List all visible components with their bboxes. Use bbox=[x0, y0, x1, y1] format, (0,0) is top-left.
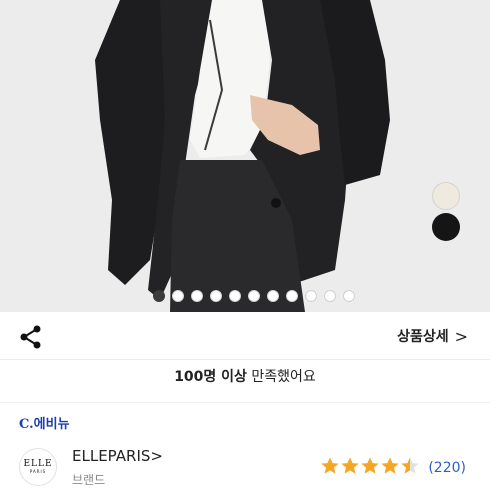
share-icon[interactable] bbox=[18, 324, 44, 350]
star-icon bbox=[401, 457, 419, 474]
review-count-link[interactable]: (220) bbox=[428, 460, 466, 476]
rating-summary[interactable]: (220) bbox=[320, 456, 466, 480]
chevron-right-icon: > bbox=[454, 326, 468, 346]
star-icon bbox=[341, 457, 359, 474]
brand-name-link[interactable]: ELLEPARIS> bbox=[72, 447, 163, 465]
chevron-right-icon: > bbox=[150, 447, 163, 465]
carousel-dot[interactable] bbox=[210, 290, 222, 302]
brand-row: ELLE PARIS ELLEPARIS> 브랜드 (220) bbox=[0, 440, 490, 490]
product-photo-illustration bbox=[0, 0, 490, 312]
product-detail-button[interactable]: 상품상세 > bbox=[397, 326, 468, 346]
shop-name-link[interactable]: C.에비뉴 bbox=[19, 413, 70, 432]
star-icon bbox=[321, 457, 339, 474]
carousel-dot[interactable] bbox=[267, 290, 279, 302]
star-icon bbox=[381, 457, 399, 474]
star-rating bbox=[320, 456, 420, 480]
color-swatch-ivory[interactable] bbox=[432, 182, 460, 210]
brand-logo-text: ELLE bbox=[23, 459, 53, 469]
brand-logo[interactable]: ELLE PARIS bbox=[19, 448, 57, 486]
carousel-dot[interactable] bbox=[343, 290, 355, 302]
satisfaction-text: 100명 이상 만족했어요 bbox=[0, 366, 490, 386]
carousel-dot[interactable] bbox=[229, 290, 241, 302]
action-bar: 상품상세 > bbox=[0, 312, 490, 360]
satisfaction-count: 100명 이상 bbox=[174, 369, 247, 385]
product-detail-label: 상품상세 bbox=[397, 329, 449, 345]
satisfaction-rest: 만족했어요 bbox=[246, 369, 316, 385]
color-swatch-black[interactable] bbox=[432, 213, 460, 241]
carousel-dot[interactable] bbox=[305, 290, 317, 302]
carousel-dot[interactable] bbox=[286, 290, 298, 302]
carousel-dot[interactable] bbox=[248, 290, 260, 302]
carousel-dot[interactable] bbox=[172, 290, 184, 302]
brand-type-label: 브랜드 bbox=[72, 473, 106, 487]
star-icon bbox=[361, 457, 379, 474]
brand-name: ELLEPARIS bbox=[72, 447, 151, 465]
carousel-dot[interactable] bbox=[153, 290, 165, 302]
brand-logo-subtext: PARIS bbox=[29, 469, 47, 474]
product-image[interactable] bbox=[0, 0, 490, 312]
carousel-dot[interactable] bbox=[324, 290, 336, 302]
divider bbox=[0, 402, 490, 403]
carousel-dot[interactable] bbox=[191, 290, 203, 302]
carousel-indicator bbox=[0, 290, 490, 304]
